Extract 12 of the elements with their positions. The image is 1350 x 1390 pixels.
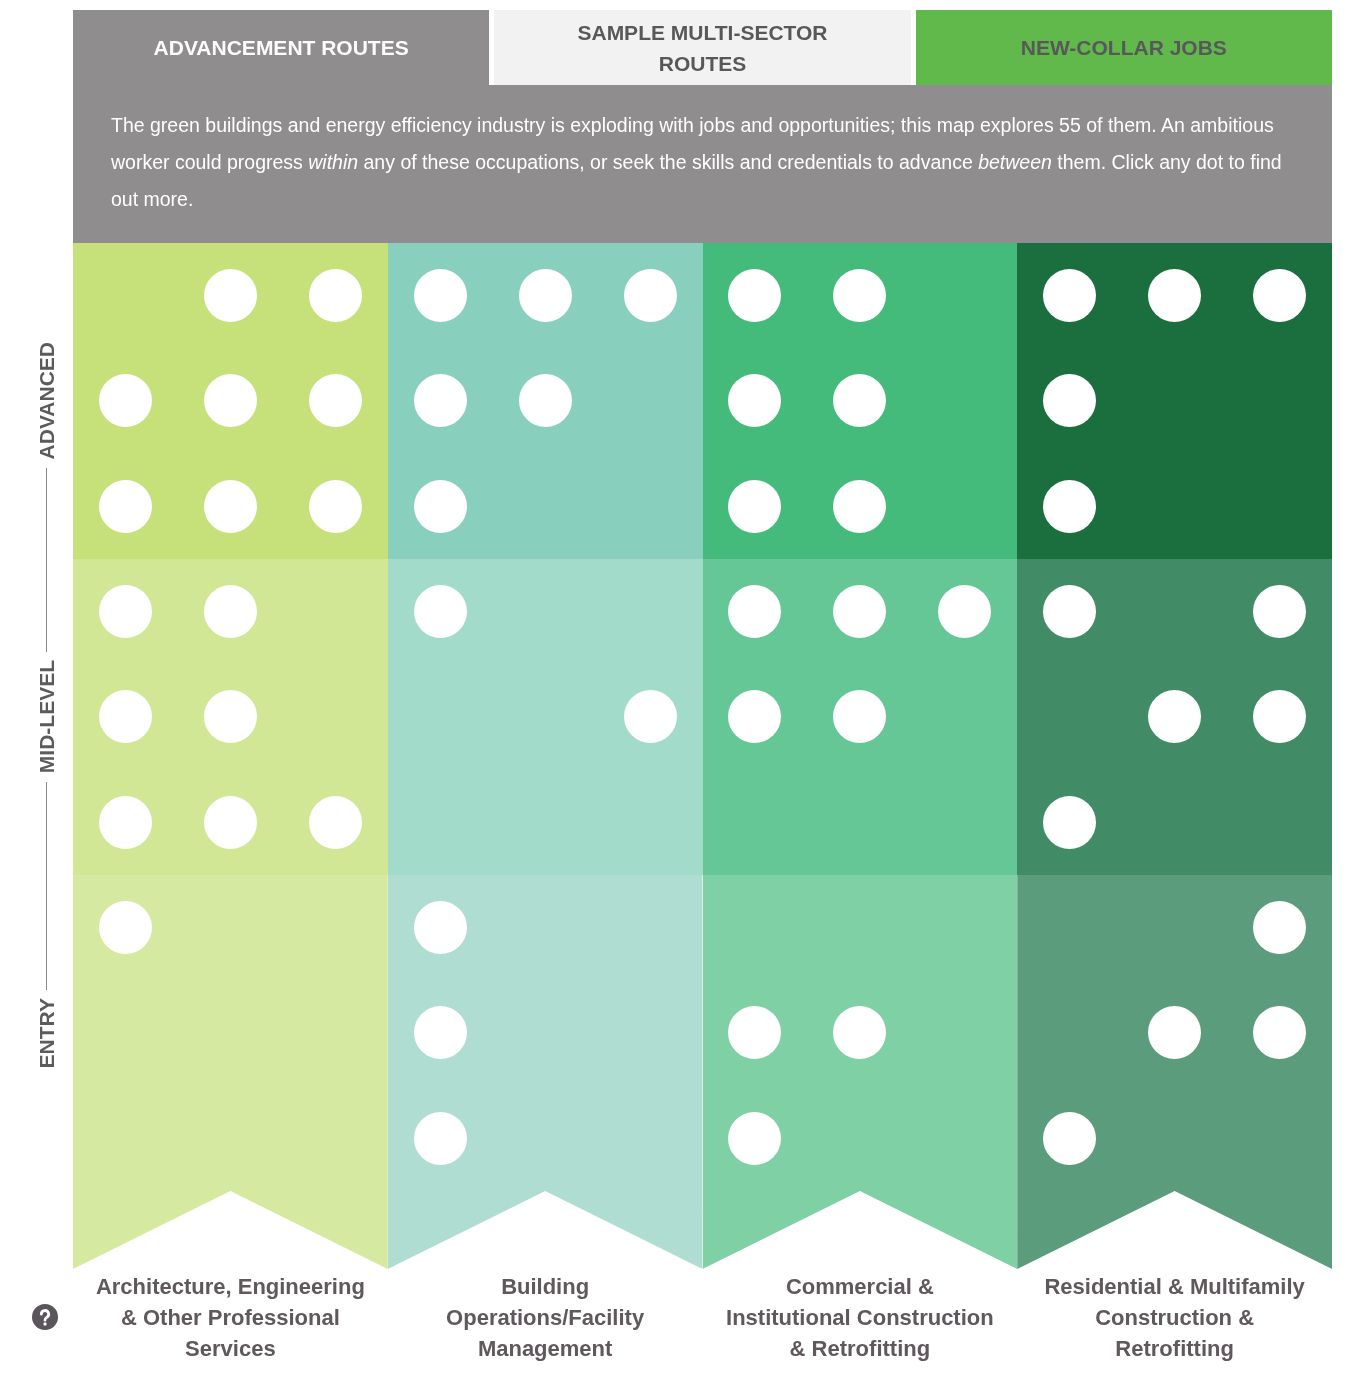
description-text: The green buildings and energy efficiency industry is exploding with jobs and opportunities; this map explores 55 of them. An ambitious worker could progress within any of these occupations, or seek the skills and credentials to advance between them. Click any dot to find out more. [73,85,1332,243]
level-label: MID-LEVEL [36,660,57,774]
sector-label: Building Operations/Facility Management [445,1273,646,1363]
help-icon[interactable] [31,1303,58,1330]
tab[interactable]: NEW-COLLAR JOBS [915,10,1332,85]
sector-label: Commercial & Institutional Construction & Retrofitting [725,1273,995,1363]
sector-label: Architecture, Engineering & Other Professional Services [94,1273,366,1363]
tab[interactable]: ADVANCEMENT ROUTES [73,10,490,85]
level-label: ADVANCED [36,342,57,460]
sector-label: Residential & Multifamily Construction & Retrofitting [1043,1273,1306,1363]
tab[interactable]: SAMPLE MULTI-SECTOR ROUTES [494,10,911,85]
level-label: ENTRY [36,997,57,1069]
